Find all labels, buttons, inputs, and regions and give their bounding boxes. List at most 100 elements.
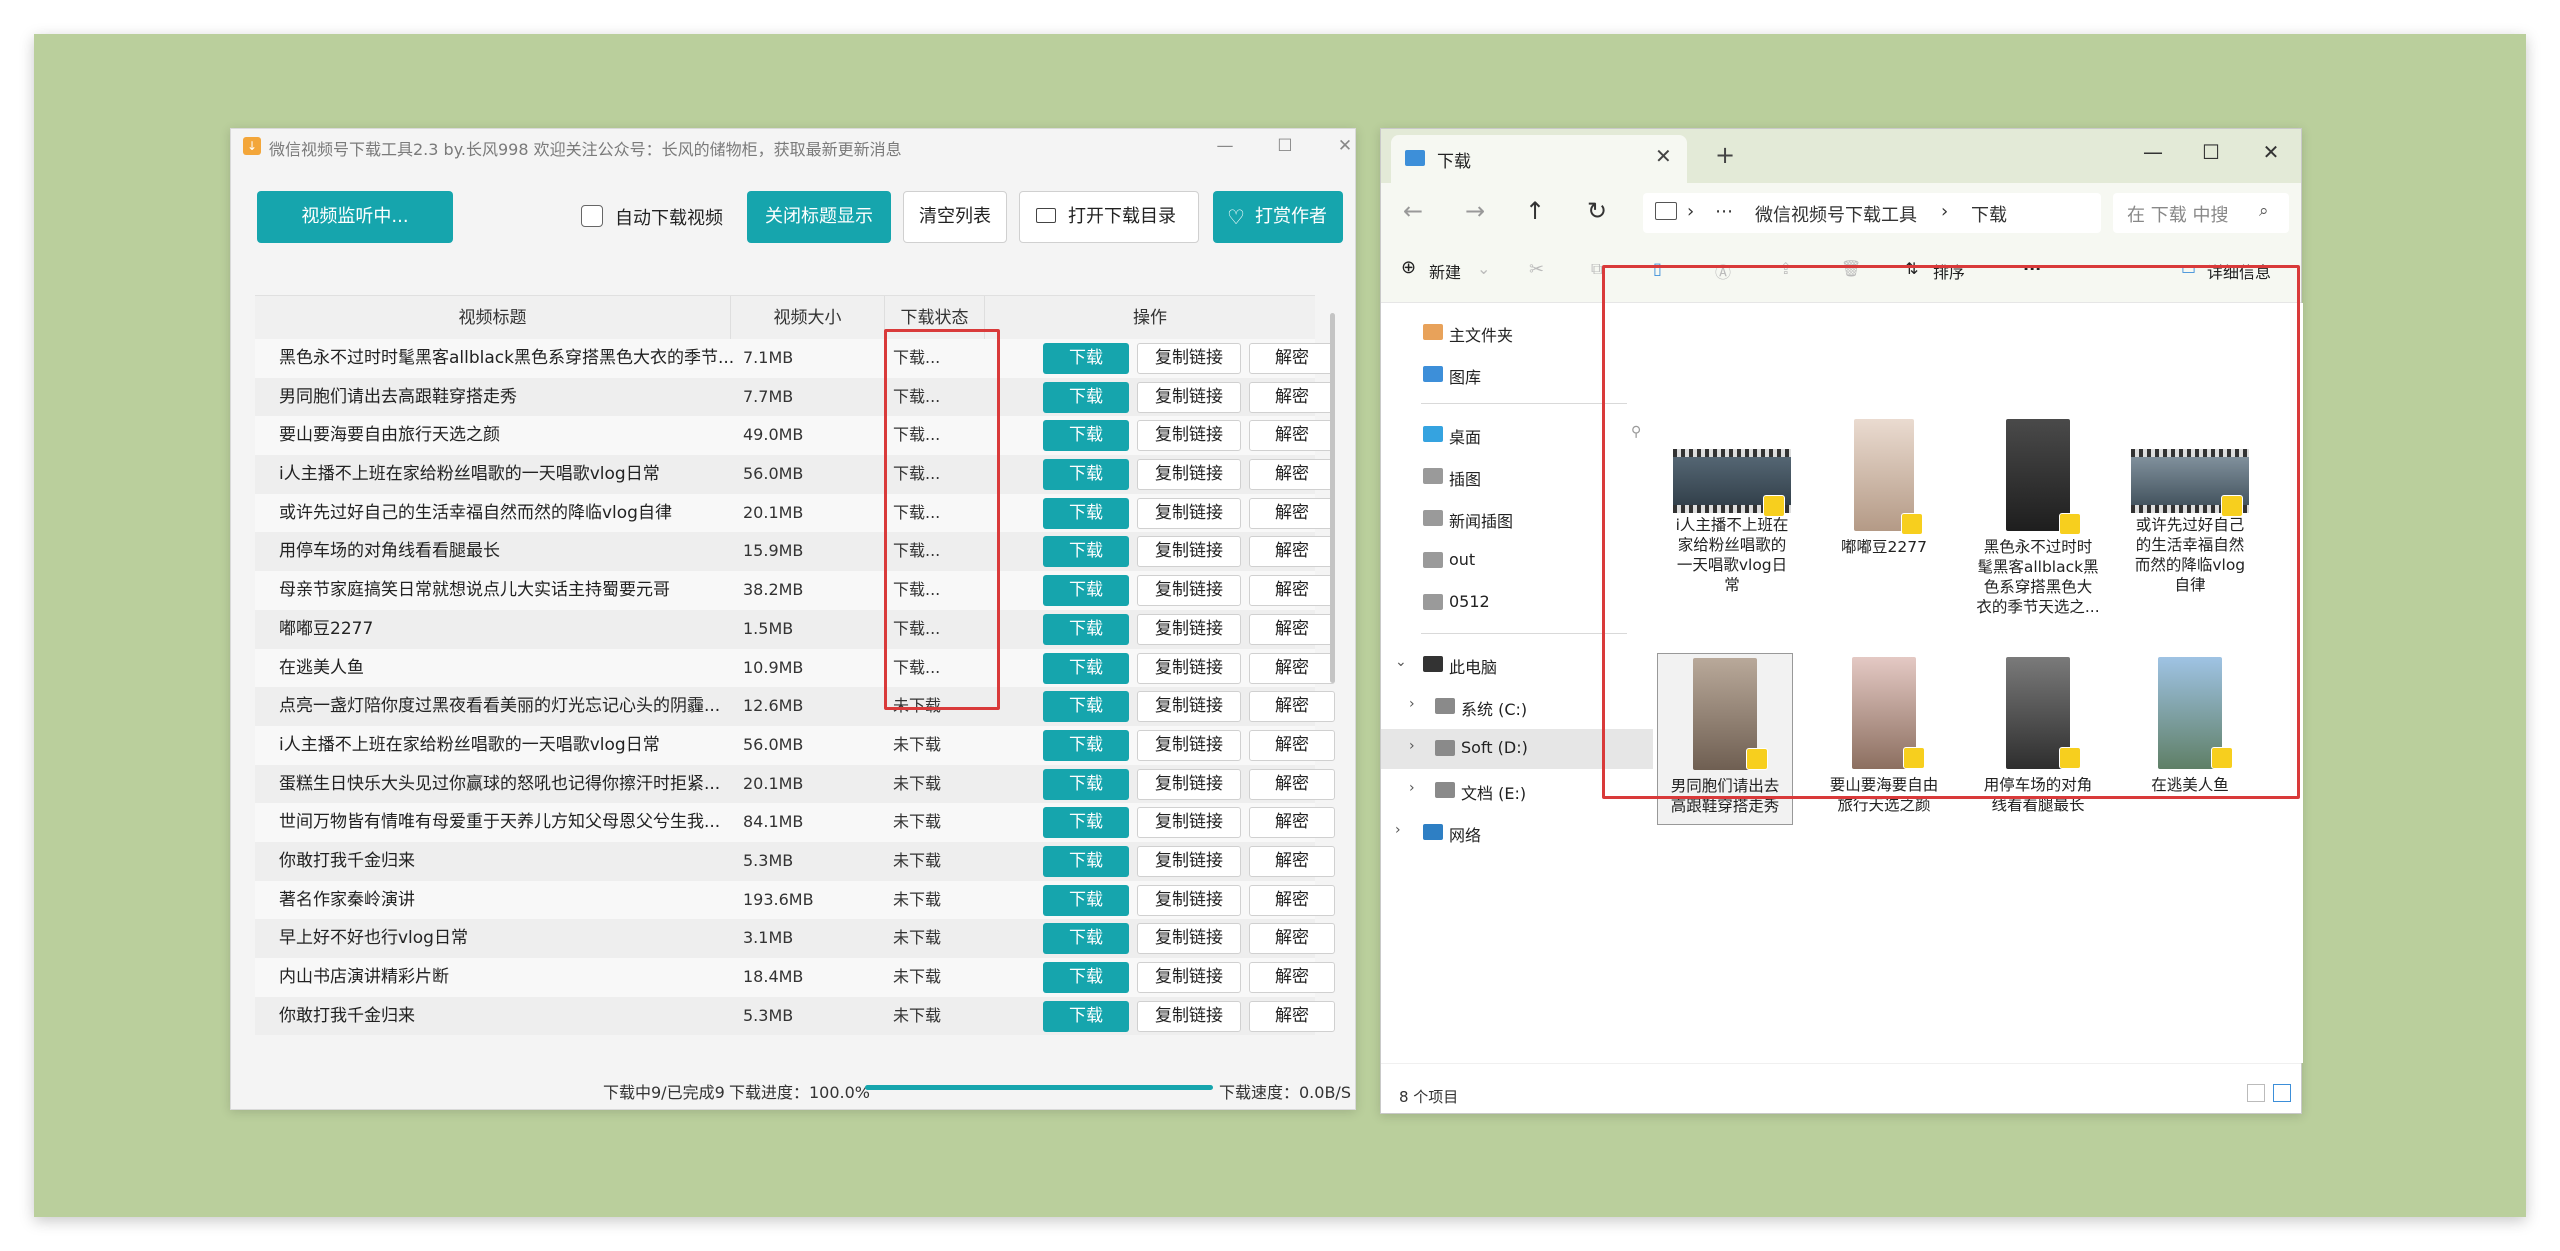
copy-link-button[interactable]: 复制链接 (1137, 691, 1241, 723)
search-box[interactable]: 在 下载 中搜 ⌕ (2113, 193, 2289, 233)
video-size: 1.5MB (743, 618, 794, 638)
copy-link-button[interactable]: 复制链接 (1137, 613, 1241, 645)
video-title: 世间万物皆有情唯有母爱重于天养儿方知父母恩父兮生我... (279, 812, 721, 833)
copy-link-button[interactable]: 复制链接 (1137, 381, 1241, 413)
decrypt-button[interactable]: 解密 (1249, 768, 1335, 800)
table-row: 黑色永不过时时髦黑客allblack黑色系穿搭黑色大衣的季节... 7.1MB 下载… (255, 339, 1335, 378)
copy-link-button[interactable]: 复制链接 (1137, 652, 1241, 684)
breadcrumb-downloads[interactable]: 下载 (1971, 201, 2007, 227)
copy-link-button[interactable]: 复制链接 (1137, 1000, 1241, 1032)
decrypt-button[interactable]: 解密 (1249, 807, 1335, 839)
download-button[interactable]: 下载 (1043, 768, 1129, 800)
new-button[interactable]: 新建 (1429, 259, 1461, 283)
download-button[interactable]: 下载 (1043, 420, 1129, 452)
chevron-right-icon[interactable]: › (1409, 780, 1415, 796)
close-button[interactable]: ✕ (1325, 133, 1365, 159)
chevron-right-icon[interactable]: › (1395, 822, 1401, 838)
download-button[interactable]: 下载 (1043, 729, 1129, 761)
copy-link-button[interactable]: 复制链接 (1137, 459, 1241, 491)
video-size: 7.1MB (743, 348, 794, 367)
open-dir-label: 打开下载目录 (1068, 206, 1176, 227)
decrypt-button[interactable]: 解密 (1249, 845, 1335, 877)
download-button[interactable]: 下载 (1043, 923, 1129, 955)
download-button[interactable]: 下载 (1043, 652, 1129, 684)
tip-label: 打赏作者 (1255, 206, 1327, 227)
download-button[interactable]: 下载 (1043, 613, 1129, 645)
forward-icon[interactable]: → (1465, 197, 1485, 225)
copy-link-button[interactable]: 复制链接 (1137, 884, 1241, 916)
explorer-minimize-button[interactable]: — (2131, 137, 2175, 167)
open-dir-button[interactable]: 打开下载目录 (1019, 191, 1199, 243)
tab-close-icon[interactable]: ✕ (1655, 144, 1672, 168)
decrypt-button[interactable]: 解密 (1249, 613, 1335, 645)
sidebar-item-network[interactable]: › 网络 (1381, 813, 1653, 853)
download-button[interactable]: 下载 (1043, 381, 1129, 413)
copy-link-button[interactable]: 复制链接 (1137, 768, 1241, 800)
decrypt-button[interactable]: 解密 (1249, 652, 1335, 684)
download-button[interactable]: 下载 (1043, 575, 1129, 607)
tip-button[interactable]: ♡ 打赏作者 (1213, 191, 1343, 243)
decrypt-button[interactable]: 解密 (1249, 1000, 1335, 1032)
decrypt-button[interactable]: 解密 (1249, 729, 1335, 761)
up-icon[interactable]: ↑ (1525, 197, 1545, 225)
decrypt-button[interactable]: 解密 (1249, 923, 1335, 955)
download-button[interactable]: 下载 (1043, 536, 1129, 568)
col-actions: 操作 (1133, 308, 1167, 328)
download-button[interactable]: 下载 (1043, 459, 1129, 491)
download-button[interactable]: 下载 (1043, 884, 1129, 916)
copy-link-button[interactable]: 复制链接 (1137, 343, 1241, 374)
maximize-button[interactable]: ☐ (1265, 133, 1305, 159)
copy-link-button[interactable]: 复制链接 (1137, 923, 1241, 955)
details-view-icon[interactable] (2247, 1084, 2265, 1102)
copy-icon[interactable]: ⧉ (1591, 259, 1602, 279)
decrypt-button[interactable]: 解密 (1249, 691, 1335, 723)
decrypt-button[interactable]: 解密 (1249, 343, 1335, 374)
copy-link-button[interactable]: 复制链接 (1137, 962, 1241, 993)
chevron-right-icon[interactable]: › (1409, 738, 1415, 754)
new-tab-button[interactable]: + (1715, 141, 1735, 169)
decrypt-button[interactable]: 解密 (1249, 459, 1335, 491)
download-status: 未下载 (893, 773, 942, 793)
download-button[interactable]: 下载 (1043, 845, 1129, 877)
decrypt-button[interactable]: 解密 (1249, 962, 1335, 993)
decrypt-button[interactable]: 解密 (1249, 575, 1335, 607)
monitor-button[interactable]: 视频监听中... (257, 191, 453, 243)
explorer-maximize-button[interactable]: ☐ (2189, 137, 2233, 167)
explorer-close-button[interactable]: ✕ (2249, 137, 2293, 167)
download-button[interactable]: 下载 (1043, 807, 1129, 839)
decrypt-button[interactable]: 解密 (1249, 884, 1335, 916)
breadcrumb-tool[interactable]: 微信视频号下载工具 (1755, 201, 1917, 227)
copy-link-button[interactable]: 复制链接 (1137, 575, 1241, 607)
chevron-right-icon[interactable]: › (1409, 696, 1415, 712)
copy-link-button[interactable]: 复制链接 (1137, 420, 1241, 452)
copy-link-button[interactable]: 复制链接 (1137, 845, 1241, 877)
cut-icon[interactable]: ✂ (1529, 259, 1544, 280)
address-bar[interactable]: › ⋯ 微信视频号下载工具 › 下载 (1643, 193, 2101, 233)
table-scrollbar[interactable] (1330, 313, 1335, 683)
copy-link-button[interactable]: 复制链接 (1137, 536, 1241, 568)
auto-download-checkbox[interactable] (581, 205, 603, 227)
copy-link-button[interactable]: 复制链接 (1137, 497, 1241, 529)
download-button[interactable]: 下载 (1043, 691, 1129, 723)
chevron-down-icon[interactable]: ⌄ (1395, 654, 1407, 670)
download-button[interactable]: 下载 (1043, 497, 1129, 529)
decrypt-button[interactable]: 解密 (1249, 381, 1335, 413)
refresh-icon[interactable]: ↻ (1587, 197, 1607, 225)
clear-list-button[interactable]: 清空列表 (903, 191, 1007, 243)
download-button[interactable]: 下载 (1043, 343, 1129, 374)
thumbnail-view-icon[interactable] (2273, 1084, 2291, 1102)
download-button[interactable]: 下载 (1043, 1000, 1129, 1032)
new-icon[interactable]: ⊕ (1401, 257, 1416, 278)
minimize-button[interactable]: — (1205, 133, 1245, 159)
decrypt-button[interactable]: 解密 (1249, 497, 1335, 529)
copy-link-button[interactable]: 复制链接 (1137, 807, 1241, 839)
download-button[interactable]: 下载 (1043, 962, 1129, 993)
toggle-title-button[interactable]: 关闭标题显示 (747, 191, 891, 243)
breadcrumb-overflow[interactable]: ⋯ (1715, 201, 1733, 222)
video-size: 12.6MB (743, 696, 804, 716)
copy-link-button[interactable]: 复制链接 (1137, 729, 1241, 761)
decrypt-button[interactable]: 解密 (1249, 420, 1335, 452)
decrypt-button[interactable]: 解密 (1249, 536, 1335, 568)
back-icon[interactable]: ← (1403, 197, 1423, 225)
tab-downloads[interactable]: 下载 ✕ (1391, 135, 1687, 183)
